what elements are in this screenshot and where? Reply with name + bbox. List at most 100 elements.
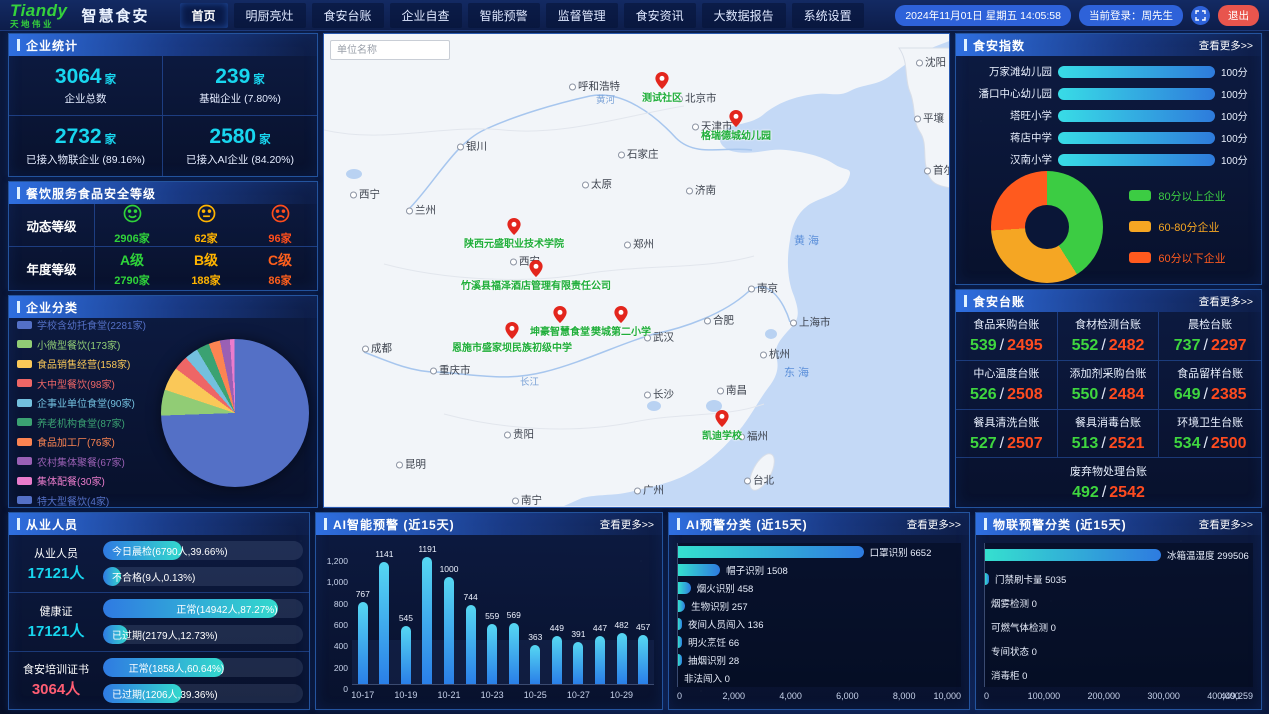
personnel-name: 食安培训证书 (23, 661, 89, 677)
bar (678, 546, 864, 558)
city-dot (569, 83, 576, 90)
ledger-values: 649/2385 (1174, 386, 1247, 404)
ledger-label: 废弃物处理台账 (1070, 463, 1147, 479)
stat-value: 3064家 (55, 65, 116, 88)
view-more-link[interactable]: 查看更多>> (600, 517, 654, 532)
stat-value: 2580家 (209, 125, 270, 148)
unit-search-input[interactable] (330, 40, 450, 60)
view-more-link[interactable]: 查看更多>> (907, 517, 961, 532)
map-marker[interactable]: 坤豪智慧食堂 (553, 306, 567, 328)
map-marker[interactable]: 竹溪县福泽酒店管理有限责任公司 (529, 260, 543, 282)
x-axis-tick: 0 (984, 691, 989, 701)
ledger-cell: 食材检测台账552/2482 (1058, 312, 1160, 361)
personnel-row: 食安培训证书3064人正常(1858人,60.64%)已过期(1206人,39.… (9, 652, 309, 709)
progress-bar: 已过期(2179人,12.73%) (103, 625, 303, 644)
view-more-link[interactable]: 查看更多>> (1199, 38, 1253, 53)
nav-item-智能预警[interactable]: 智能预警 (468, 3, 540, 28)
legend-item[interactable]: 农村集体聚餐(67家) (17, 454, 161, 469)
legend-item[interactable]: 小微型餐饮(173家) (17, 337, 161, 352)
left-column: 企业统计 3064家企业总数239家基础企业 (7.80%)2732家已接入物联… (8, 33, 318, 508)
nav-item-食安台账[interactable]: 食安台账 (312, 3, 384, 28)
bar (509, 623, 519, 684)
stat-cell: 2732家已接入物联企业 (89.16%) (9, 116, 163, 176)
legend-label: 食品加工厂(76家) (37, 434, 115, 449)
y-axis-label: 1,000 (320, 577, 348, 587)
bar-value-label: 447 (593, 623, 607, 633)
legend-item[interactable]: 食品销售经营(158家) (17, 356, 161, 371)
progress-bar: 已过期(1206人,39.36%) (103, 684, 303, 703)
donut-legend-item[interactable]: 60-80分企业 (1129, 219, 1225, 235)
legend-item[interactable]: 企事业单位食堂(90家) (17, 395, 161, 410)
bar-column: 55910-23 (487, 624, 497, 684)
bar (530, 645, 540, 684)
y-axis-label: 600 (320, 620, 348, 630)
legend-item[interactable]: 食品加工厂(76家) (17, 434, 161, 449)
ledger-label: 餐具消毒台账 (1075, 414, 1141, 430)
fullscreen-button[interactable] (1191, 6, 1210, 25)
index-bar (1058, 154, 1215, 166)
map-marker[interactable]: 陕西元盛职业技术学院 (507, 218, 521, 240)
city-label: 长沙 (644, 387, 674, 402)
legend-label: 小微型餐饮(173家) (37, 337, 120, 352)
bar-column: 744 (466, 605, 476, 684)
legend-item[interactable]: 特大型餐饮(4家) (17, 493, 161, 508)
personnel-left: 从业人员17121人 (9, 545, 103, 583)
legend-item[interactable]: 学校含幼托食堂(2281家) (17, 317, 161, 332)
nav-item-食安资讯[interactable]: 食安资讯 (624, 3, 696, 28)
datetime-badge: 2024年11月01日 星期五 14:05:58 (895, 5, 1071, 26)
panel-title: 餐饮服务食品安全等级 (26, 185, 156, 202)
legend-item[interactable]: 大中型餐饮(98家) (17, 376, 161, 391)
legend-swatch (17, 379, 32, 387)
nav-item-系统设置[interactable]: 系统设置 (792, 3, 864, 28)
city-dot (744, 477, 751, 484)
donut-legend-item[interactable]: 60分以下企业 (1129, 250, 1225, 266)
nav-item-监督管理[interactable]: 监督管理 (546, 3, 618, 28)
nav-item-企业自查[interactable]: 企业自查 (390, 3, 462, 28)
personnel-name: 从业人员 (34, 545, 78, 561)
bar-label: 夜间人员闯入 136 (688, 617, 764, 631)
x-axis-tick: 200,000 (1087, 691, 1120, 701)
level-count: 2790家 (114, 272, 149, 288)
x-axis-tick: 4,000 (779, 691, 802, 701)
map-marker[interactable]: 樊城第二小学 (614, 306, 628, 328)
page-title: 智慧食安 (81, 5, 149, 26)
ledger-label: 添加剂采购台账 (1069, 365, 1146, 381)
bar-value-label: 482 (614, 620, 628, 630)
index-fill (1058, 88, 1215, 100)
level-item: 96家 (243, 204, 317, 246)
bar-row: 生物识别 257 (678, 600, 961, 613)
donut-legend-item[interactable]: 80分以上企业 (1129, 188, 1225, 204)
bar-label: 口罩识别 6652 (870, 545, 932, 559)
view-more-link[interactable]: 查看更多>> (1199, 517, 1253, 532)
panel-header: AI智能预警 (近15天) 查看更多>> (316, 513, 662, 535)
personnel-left: 食安培训证书3064人 (9, 661, 103, 699)
neutral-face-icon (197, 204, 216, 228)
view-more-link[interactable]: 查看更多>> (1199, 294, 1253, 309)
x-axis-tick: 6,000 (836, 691, 859, 701)
index-score: 100分 (1221, 64, 1253, 79)
bar-column: 1141 (379, 562, 389, 684)
x-axis-tick: 300,000 (1147, 691, 1180, 701)
map-marker[interactable]: 格瑞德城幼儿园 (729, 110, 743, 132)
map-marker[interactable]: 恩施市盛家坝民族初级中学 (505, 322, 519, 344)
nav-item-首页[interactable]: 首页 (180, 3, 228, 28)
level-count: 62家 (194, 230, 217, 246)
legend-swatch (17, 438, 32, 446)
frown-face-icon (271, 204, 290, 228)
map-marker[interactable]: 测试社区 (655, 72, 669, 94)
nav-item-明厨亮灶[interactable]: 明厨亮灶 (234, 3, 306, 28)
bar-value-label: 559 (485, 611, 499, 621)
legend-item[interactable]: 养老机构食堂(87家) (17, 415, 161, 430)
legend-label: 农村集体聚餐(67家) (37, 454, 125, 469)
enterprise-stats-grid: 3064家企业总数239家基础企业 (7.80%)2732家已接入物联企业 (8… (9, 56, 317, 176)
legend-label: 集体配餐(30家) (37, 473, 105, 488)
legend-item[interactable]: 集体配餐(30家) (17, 473, 161, 488)
city-dot (686, 187, 693, 194)
y-axis-label: 1,200 (320, 556, 348, 566)
personnel-count: 3064人 (32, 678, 80, 699)
logout-button[interactable]: 退出 (1218, 5, 1259, 26)
ledger-label: 晨检台账 (1188, 316, 1232, 332)
x-axis: 02,0004,0006,0008,00010,000 (677, 691, 961, 703)
nav-item-大数据报告[interactable]: 大数据报告 (702, 3, 786, 28)
map-marker[interactable]: 凯迪学校 (715, 410, 729, 432)
